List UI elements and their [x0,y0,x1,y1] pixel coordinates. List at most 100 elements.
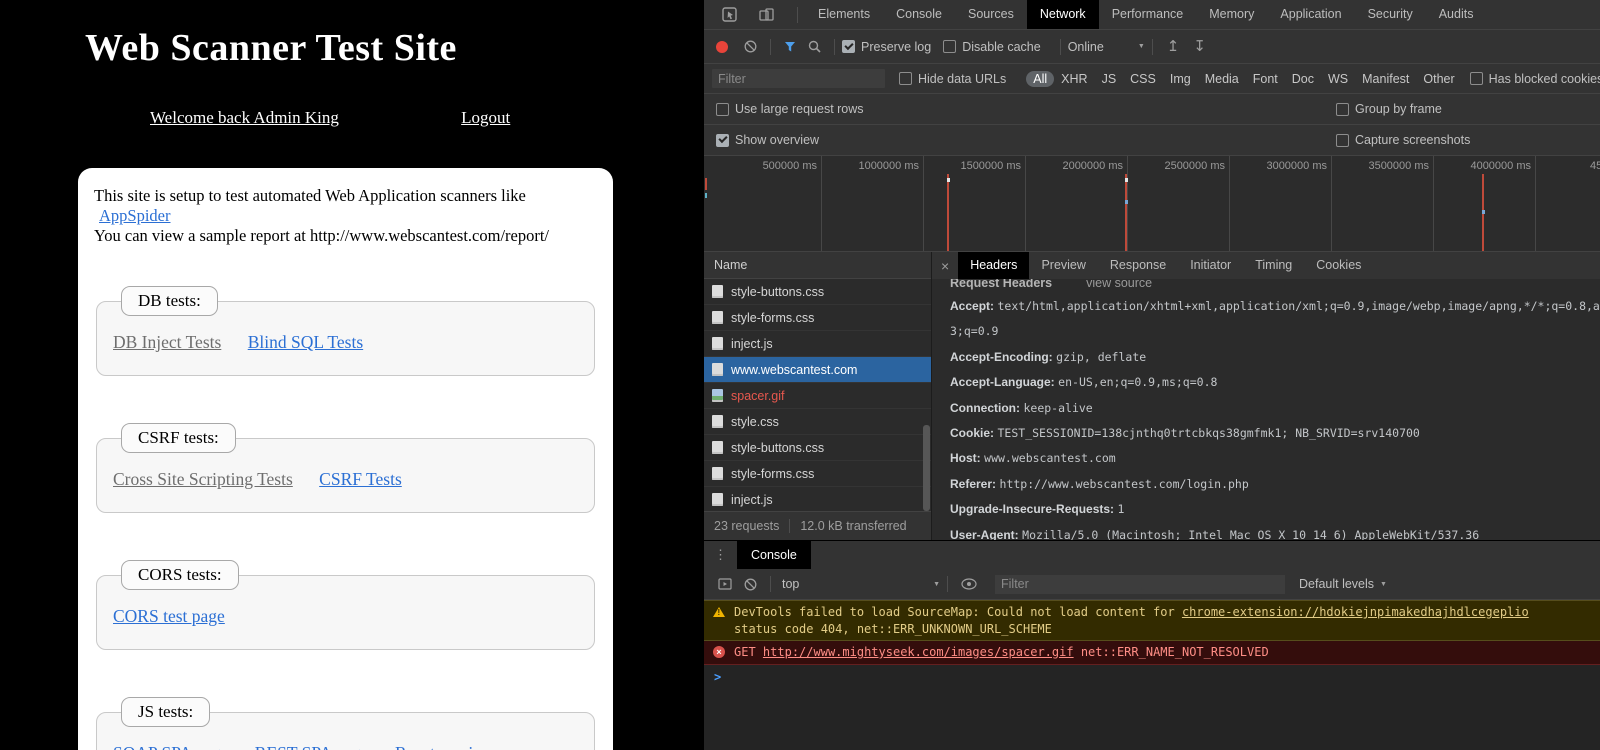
document-icon [712,363,723,376]
name-column-header[interactable]: Name [704,252,931,279]
console-filter-input[interactable] [995,575,1285,594]
tab-network[interactable]: Network [1027,0,1099,29]
tab-sources[interactable]: Sources [955,0,1027,29]
timeline-tick: 500000 ms [721,160,817,172]
error-method: GET [734,645,756,659]
tab-application[interactable]: Application [1267,0,1354,29]
xss-tests-link[interactable]: Cross Site Scripting Tests [113,469,293,489]
tab-timing[interactable]: Timing [1243,252,1304,279]
filter-funnel-icon[interactable] [784,41,796,53]
cors-test-page-link[interactable]: CORS test page [113,606,225,626]
tab-initiator[interactable]: Initiator [1178,252,1243,279]
close-icon[interactable]: × [932,258,958,274]
device-toolbar-icon[interactable] [759,8,774,21]
preserve-log-checkbox[interactable]: Preserve log [842,40,931,54]
network-main-area: Name style-buttons.css style-forms.css i… [704,252,1600,540]
checkbox-unchecked[interactable] [1336,103,1349,116]
filter-type-all[interactable]: All [1026,71,1054,87]
checkbox-unchecked[interactable] [899,72,912,85]
export-har-icon[interactable]: ↧ [1193,40,1206,54]
filter-type-font[interactable]: Font [1246,71,1285,87]
hide-data-urls-checkbox[interactable]: Hide data URLs [899,72,1006,86]
warning-link[interactable]: chrome-extension://hdokiejnpimakedhajhdl… [1182,605,1529,619]
eye-icon[interactable] [961,578,977,590]
import-har-icon[interactable]: ↥ [1167,40,1180,54]
console-warning-message[interactable]: DevTools failed to load SourceMap: Could… [704,600,1600,641]
filter-type-media[interactable]: Media [1198,71,1246,87]
scrollbar-thumb[interactable] [923,425,930,511]
tab-security[interactable]: Security [1355,0,1426,29]
capture-screenshots-checkbox[interactable]: Capture screenshots [1336,133,1470,147]
inspect-element-icon[interactable] [722,7,737,22]
timeline-tick: 1500000 ms [925,160,1021,172]
clear-console-icon[interactable] [744,578,757,591]
filter-type-ws[interactable]: WS [1321,71,1355,87]
clear-icon[interactable] [744,40,757,53]
record-button[interactable] [716,41,728,53]
table-row[interactable]: style-buttons.css [704,279,931,305]
filter-type-img[interactable]: Img [1163,71,1198,87]
throttling-dropdown[interactable]: Online▼ [1068,40,1145,54]
appspider-link[interactable]: AppSpider [99,206,171,225]
tab-audits[interactable]: Audits [1426,0,1487,29]
use-large-rows-checkbox[interactable]: Use large request rows [716,102,864,116]
console-sidebar-icon[interactable] [718,578,732,590]
table-row-error[interactable]: spacer.gif [704,383,931,409]
table-row[interactable]: style-forms.css [704,461,931,487]
network-overview-timeline[interactable]: 500000 ms 1000000 ms 1500000 ms 2000000 … [704,156,1600,252]
filter-type-css[interactable]: CSS [1123,71,1163,87]
db-inject-tests-link[interactable]: DB Inject Tests [113,332,221,352]
header-line: Accept-Language: en-US,en;q=0.9,ms;q=0.8 [950,370,1600,395]
console-prompt[interactable]: > [704,665,1600,684]
checkbox-unchecked[interactable] [943,40,956,53]
checkbox-unchecked[interactable] [1470,72,1483,85]
soap-spa-link[interactable]: SOAP SPA page [113,743,228,750]
table-row[interactable]: style-forms.css [704,305,931,331]
table-row[interactable]: inject.js [704,331,931,357]
network-toolbar: Preserve log Disable cache Online▼ ↥ ↧ [704,30,1600,64]
filter-type-other[interactable]: Other [1416,71,1461,87]
tab-performance[interactable]: Performance [1099,0,1197,29]
logout-link[interactable]: Logout [461,108,510,127]
show-overview-checkbox[interactable]: Show overview [716,133,819,147]
welcome-link[interactable]: Welcome back Admin King [150,108,339,127]
filter-type-manifest[interactable]: Manifest [1355,71,1416,87]
console-error-message[interactable]: × GET http://www.mightyseek.com/images/s… [704,641,1600,665]
checkbox-unchecked[interactable] [1336,134,1349,147]
view-source-link[interactable]: view source [1086,279,1152,290]
execution-context-dropdown[interactable]: top▼ [782,577,940,591]
disable-cache-checkbox[interactable]: Disable cache [943,40,1041,54]
checkbox-checked[interactable] [842,40,855,53]
search-icon[interactable] [808,40,821,53]
tab-response[interactable]: Response [1098,252,1178,279]
tab-memory[interactable]: Memory [1196,0,1267,29]
tab-elements[interactable]: Elements [805,0,883,29]
log-levels-dropdown[interactable]: Default levels▼ [1299,577,1387,591]
filter-type-js[interactable]: JS [1095,71,1124,87]
filter-type-doc[interactable]: Doc [1285,71,1321,87]
kebab-menu-icon[interactable]: ⋮ [704,547,737,563]
table-row[interactable]: inject.js [704,487,931,511]
tab-cookies[interactable]: Cookies [1304,252,1373,279]
table-row[interactable]: style-buttons.css [704,435,931,461]
blind-sql-tests-link[interactable]: Blind SQL Tests [248,332,363,352]
error-url-link[interactable]: http://www.mightyseek.com/images/spacer.… [763,645,1074,659]
table-row[interactable]: style.css [704,409,931,435]
group-by-frame-checkbox[interactable]: Group by frame [1336,102,1442,116]
rest-spa-link[interactable]: REST SPA page [255,743,369,750]
tab-headers[interactable]: Headers [958,252,1029,279]
react-versions-link[interactable]: React versions [395,743,498,750]
timeline-event-marker [705,178,707,190]
checkbox-checked[interactable] [716,134,729,147]
csrf-tests-link[interactable]: CSRF Tests [319,469,402,489]
tab-console-drawer[interactable]: Console [737,541,811,569]
table-row-selected[interactable]: www.webscantest.com [704,357,931,383]
checkbox-unchecked[interactable] [716,103,729,116]
tab-preview[interactable]: Preview [1029,252,1097,279]
tab-console[interactable]: Console [883,0,955,29]
network-filter-input[interactable] [712,69,885,88]
headers-panel[interactable]: Request Headersview source Accept: text/… [932,279,1600,540]
filter-type-xhr[interactable]: XHR [1054,71,1094,87]
has-blocked-cookies-checkbox[interactable]: Has blocked cookies [1470,72,1600,86]
network-options-row-2: Show overview Capture screenshots [704,125,1600,156]
